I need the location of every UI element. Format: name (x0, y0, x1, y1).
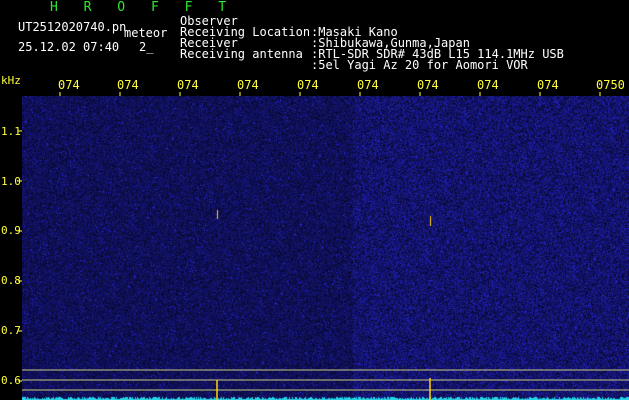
info-row-observer: Observer :Masaki Kano (180, 5, 398, 38)
info-value: :5el Yagi Az 20 for Aomori VOR (311, 58, 528, 72)
freq-tick-label: 0.6 (1, 374, 21, 387)
time-tick-label: 0750 (596, 78, 625, 92)
station-info: Observer :Masaki Kano Receiving Location… (180, 5, 564, 71)
info-label: Receiving antenna (180, 47, 303, 61)
detection-tag: meteor (124, 26, 168, 40)
hrofft-window: H R O F F T UT2512020740.pn meteor 25.12… (0, 0, 629, 400)
time-tick-label: 074 (357, 78, 379, 92)
freq-tick-label: 1.1 (1, 125, 21, 138)
time-tick-label: 074 (237, 78, 259, 92)
info-row-antenna: Receiving antenna :5el Yagi Az 20 for Ao… (180, 38, 528, 71)
filename-label: UT2512020740.pn (18, 20, 127, 34)
freq-tick-label: 1.0 (1, 175, 21, 188)
time-axis: 074 074 074 074 074 074 074 074 074 0750 (0, 78, 629, 94)
freq-tick-label: 0.9 (1, 224, 21, 237)
time-tick-label: 074 (537, 78, 559, 92)
time-tick-label: 074 (297, 78, 319, 92)
time-tick-label: 074 (177, 78, 199, 92)
info-row-location: Receiving Location :Shibukawa,Gunma,Japa… (180, 16, 470, 49)
time-tick-label: 074 (417, 78, 439, 92)
detection-count: 2_ (139, 40, 154, 54)
freq-tick-label: 0.7 (1, 324, 21, 337)
info-row-receiver: Receiver :RTL-SDR SDR# 43dB L15 114.1MHz… (180, 27, 564, 60)
time-tick-label: 074 (477, 78, 499, 92)
timestamp-label: 25.12.02 07:40 (18, 40, 120, 54)
time-tick-label: 074 (117, 78, 139, 92)
freq-tick-label: 0.8 (1, 274, 21, 287)
spectrogram-canvas (22, 96, 629, 400)
time-tick-label: 074 (58, 78, 80, 92)
